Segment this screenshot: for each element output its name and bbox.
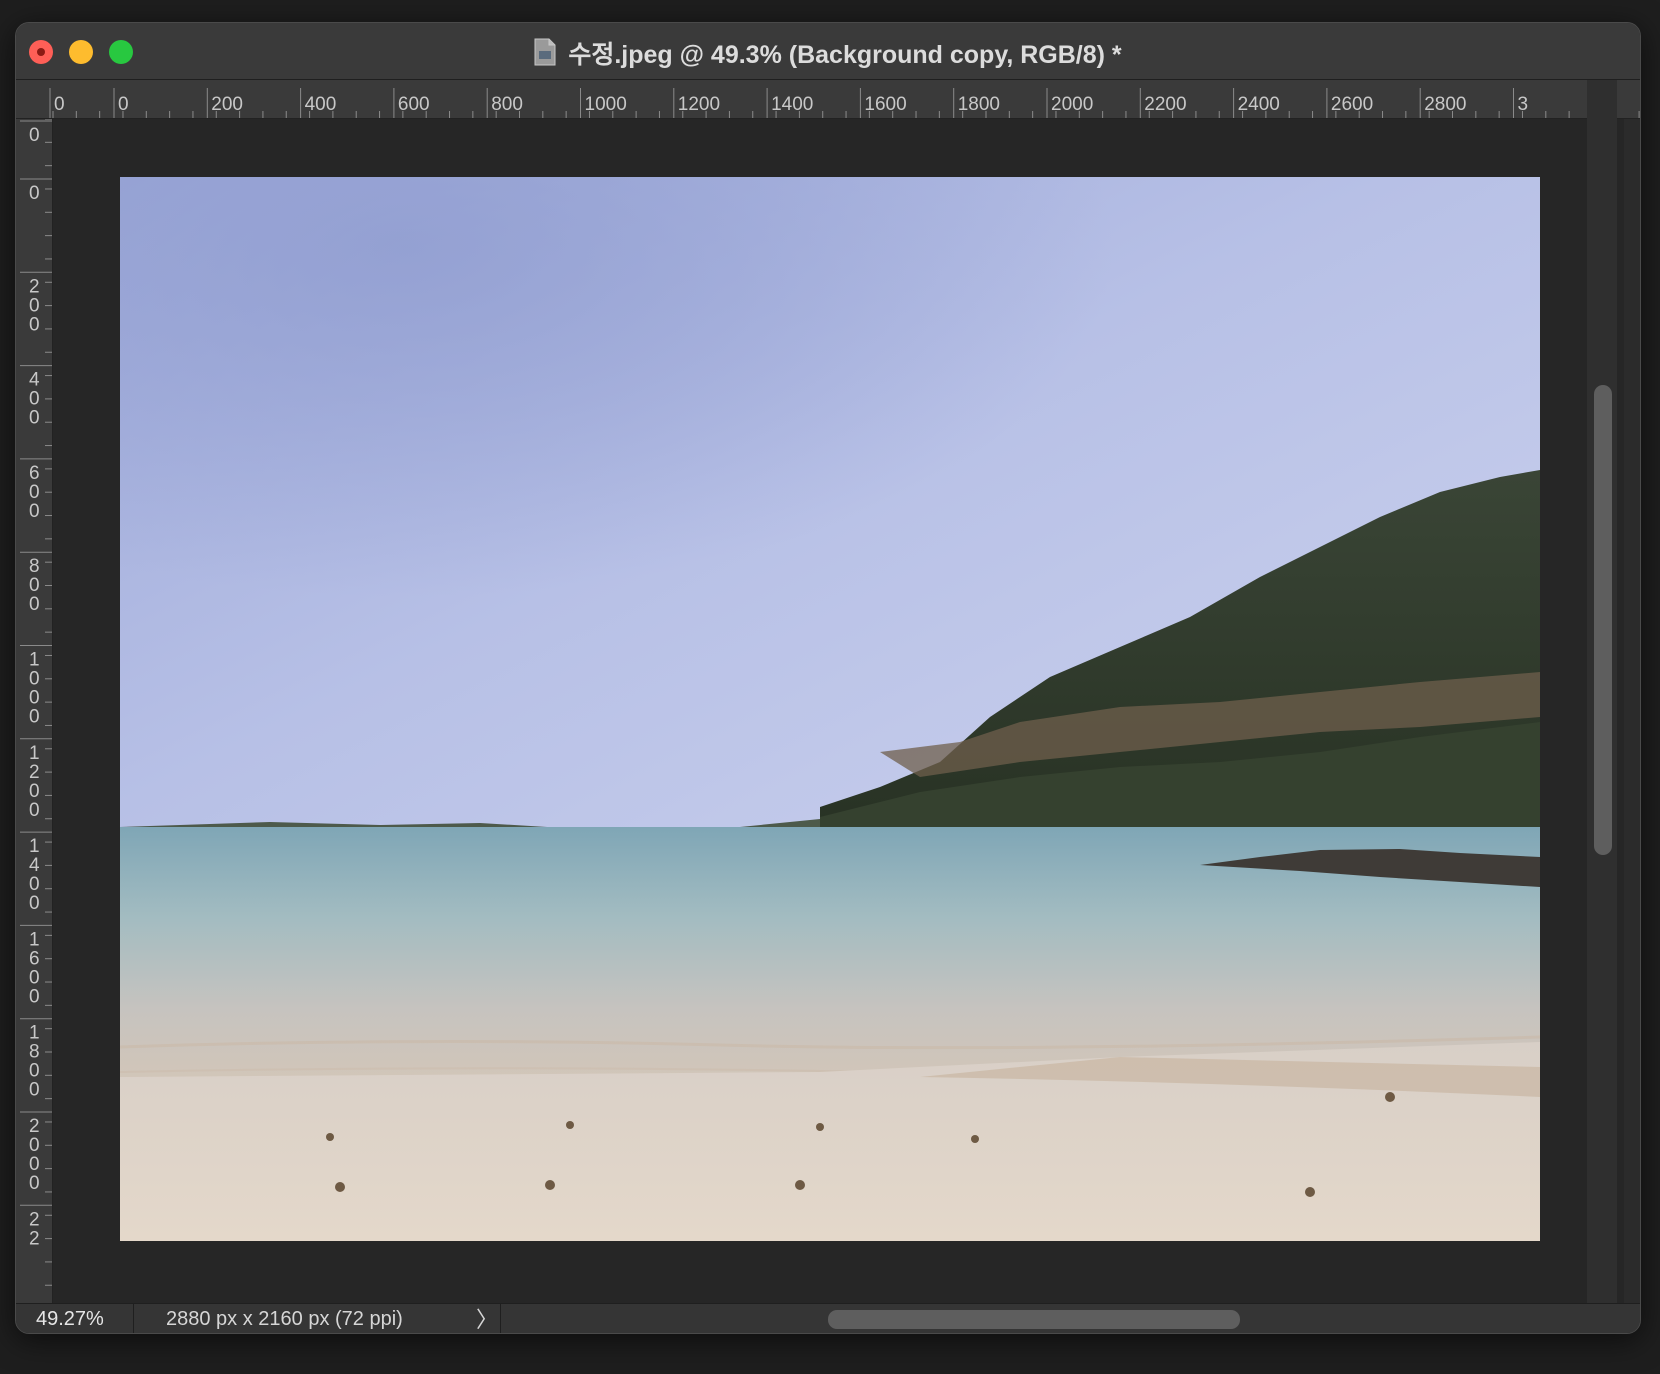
ruler-label: 1400 <box>771 94 813 115</box>
ruler-label: 2200 <box>1144 94 1186 115</box>
vertical-scrollbar-thumb[interactable] <box>1594 385 1612 855</box>
ruler-label: 400 <box>29 370 40 429</box>
ruler-label: 1200 <box>29 743 40 821</box>
document-info: 2880 px x 2160 px (72 ppi) <box>166 1308 403 1330</box>
beach-landscape-photo <box>120 177 1540 1241</box>
canvas-area[interactable] <box>53 119 1624 1325</box>
ruler-label: 600 <box>398 94 430 115</box>
ruler-label: 22 <box>29 1209 40 1249</box>
ruler-label: 1800 <box>29 1023 40 1101</box>
photoshop-document-window: 수정.jpeg @ 49.3% (Background copy, RGB/8)… <box>15 22 1641 1334</box>
ruler-label: 1600 <box>864 94 906 115</box>
horizontal-ruler[interactable]: 0 0 200 400 600 800 1000 1200 1400 1600 1800 2000 22… <box>16 80 1640 119</box>
ruler-label: 0 <box>118 94 129 115</box>
ruler-label: 3 <box>1518 94 1529 115</box>
ruler-label: 800 <box>491 94 523 115</box>
status-menu-chevron-icon[interactable]: 〉 <box>476 1304 498 1333</box>
ruler-label: 2400 <box>1238 94 1280 115</box>
ruler-label: 1800 <box>958 94 1000 115</box>
horizontal-ruler-graphic: 0 0 200 400 600 800 1000 1200 1400 1600 1800 2000 22… <box>49 88 1640 118</box>
ruler-label: 2800 <box>1424 94 1466 115</box>
ruler-label: 1600 <box>29 929 40 1007</box>
ruler-label: 2000 <box>29 1116 40 1194</box>
ruler-label: 0 <box>29 183 40 204</box>
ruler-label: 0 <box>54 94 65 115</box>
status-bar: 49.27% 2880 px x 2160 px (72 ppi) 〉 <box>16 1303 1640 1333</box>
window-title: 수정.jpeg @ 49.3% (Background copy, RGB/8)… <box>568 41 1122 69</box>
ruler-label: 400 <box>305 94 337 115</box>
ruler-label: 800 <box>29 556 40 615</box>
status-divider <box>500 1304 501 1333</box>
ruler-label: 200 <box>29 276 40 335</box>
ruler-label: 0 <box>29 125 40 146</box>
ruler-label: 2000 <box>1051 94 1093 115</box>
title-bar[interactable]: 수정.jpeg @ 49.3% (Background copy, RGB/8)… <box>16 23 1640 80</box>
ruler-label: 1200 <box>678 94 720 115</box>
horizontal-scrollbar-thumb[interactable] <box>828 1310 1240 1329</box>
ruler-label: 1400 <box>29 836 40 914</box>
ruler-label: 2600 <box>1331 94 1373 115</box>
zoom-level-field[interactable]: 49.27% <box>16 1304 134 1333</box>
vertical-ruler-graphic: 0 0 2 0 0 4 0 0 6 0 0 8 0 0 1 0 0 0 1 2 0 0 1 4 0 0 1 6 0 0 1 8 0 0 2 0 0 0 2 2 <box>20 118 52 1310</box>
ruler-label: 200 <box>211 94 243 115</box>
window-title-wrap: 수정.jpeg @ 49.3% (Background copy, RGB/8)… <box>16 35 1640 73</box>
document-image[interactable] <box>120 177 1540 1241</box>
ruler-label: 1000 <box>585 94 627 115</box>
ruler-label: 600 <box>29 463 40 522</box>
ruler-label: 1000 <box>29 650 40 728</box>
document-icon <box>534 38 556 73</box>
vertical-ruler[interactable]: 0 0 200 400 600 800 1000 1200 1400 1600 1800 2000 22 <box>16 118 53 1325</box>
